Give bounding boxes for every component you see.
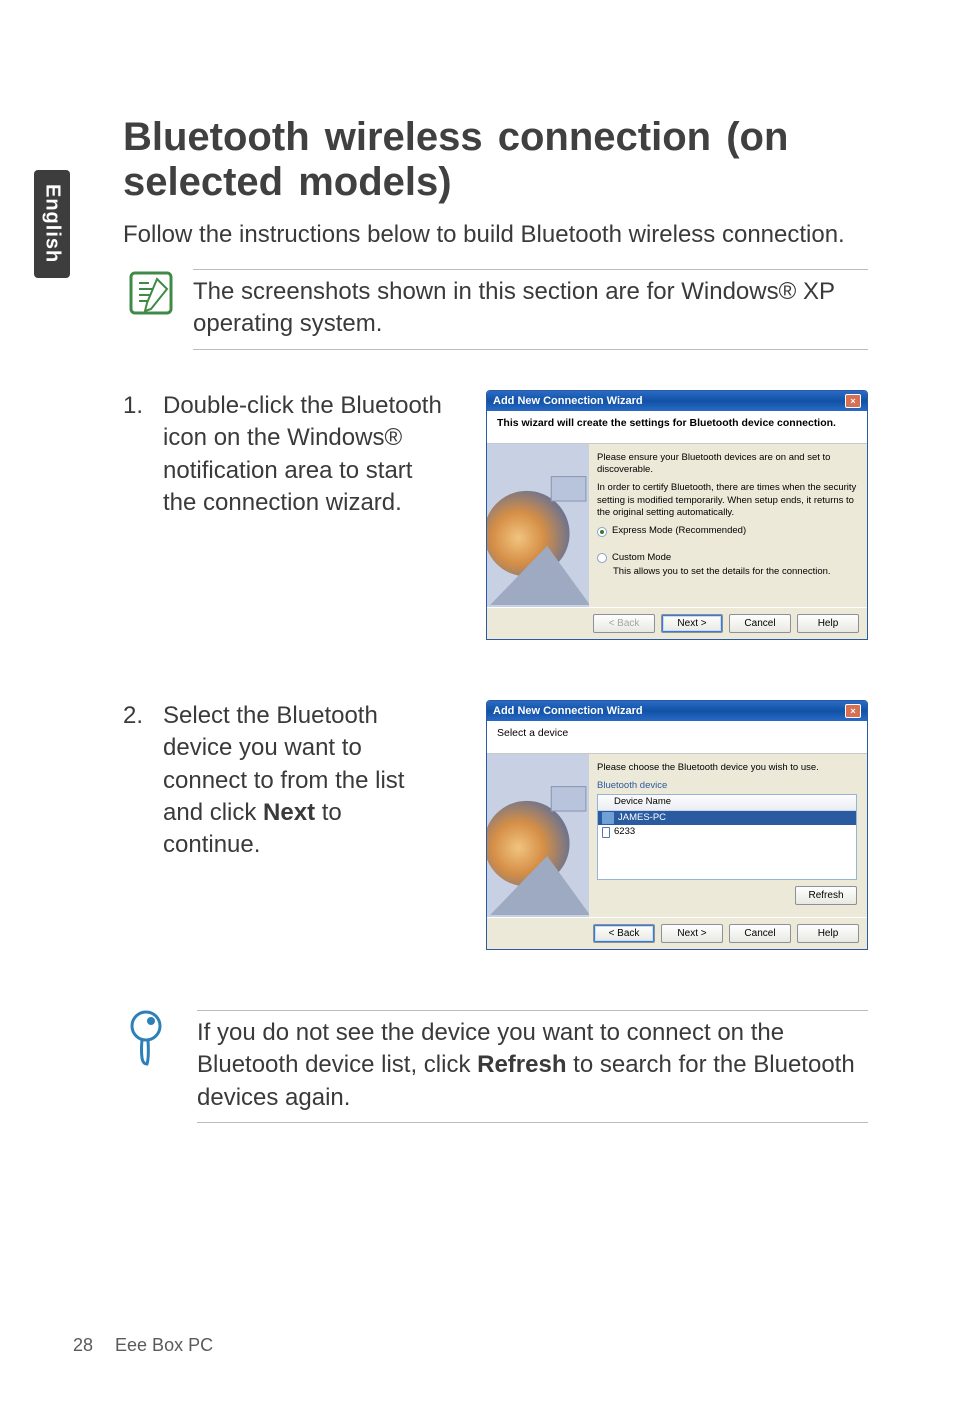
page-content: Bluetooth wireless connection (on select… bbox=[123, 115, 868, 1123]
wizard1-body: Please ensure your Bluetooth devices are… bbox=[487, 444, 867, 607]
product-name: Eee Box PC bbox=[115, 1335, 213, 1356]
wizard2-graphic bbox=[487, 754, 589, 917]
note-text: The screenshots shown in this section ar… bbox=[193, 276, 868, 341]
wizard2-next-button[interactable]: Next > bbox=[661, 924, 723, 943]
step-2-bold: Next bbox=[263, 799, 315, 826]
wizard1-titlebar: Add New Connection Wizard × bbox=[487, 391, 867, 411]
wizard1-back-button: < Back bbox=[593, 614, 655, 633]
wizard1-title: Add New Connection Wizard bbox=[493, 395, 643, 407]
wizard1-radio1-label: Express Mode (Recommended) bbox=[612, 525, 746, 537]
language-side-tab: English bbox=[34, 170, 70, 278]
wizard2-content: Please choose the Bluetooth device you w… bbox=[589, 754, 867, 917]
wizard2-help-button[interactable]: Help bbox=[797, 924, 859, 943]
step-2-text: Select the Bluetooth device you want to … bbox=[163, 700, 443, 862]
wizard1-graphic bbox=[487, 444, 589, 607]
wizard2-title: Add New Connection Wizard bbox=[493, 705, 643, 717]
tip-text-wrap: If you do not see the device you want to… bbox=[197, 1010, 868, 1123]
wizard2-back-button[interactable]: < Back bbox=[593, 924, 655, 943]
wizard1-para1: Please ensure your Bluetooth devices are… bbox=[597, 452, 857, 477]
wizard2-col-header: Device Name bbox=[598, 795, 856, 810]
tip-icon bbox=[127, 1010, 167, 1073]
radio-checked-icon bbox=[597, 527, 607, 537]
wizard1-next-button[interactable]: Next > bbox=[661, 614, 723, 633]
step-2-number: 2. bbox=[123, 700, 151, 732]
phone-icon bbox=[602, 827, 610, 838]
language-label: English bbox=[41, 184, 64, 263]
wizard2-prompt: Please choose the Bluetooth device you w… bbox=[597, 762, 857, 774]
step-1-text: Double-click the Bluetooth icon on the W… bbox=[163, 390, 443, 520]
page-title: Bluetooth wireless connection (on select… bbox=[123, 115, 868, 205]
note-text-wrap: The screenshots shown in this section ar… bbox=[193, 269, 868, 350]
wizard1-radio2-label: Custom Mode bbox=[612, 552, 671, 564]
wizard2-dev1-label: JAMES-PC bbox=[618, 812, 666, 824]
wizard2-device-jamespc[interactable]: JAMES-PC bbox=[598, 811, 856, 825]
tip-box: If you do not see the device you want to… bbox=[127, 1010, 868, 1123]
wizard2-titlebar: Add New Connection Wizard × bbox=[487, 701, 867, 721]
wizard1-radio-express[interactable]: Express Mode (Recommended) bbox=[597, 525, 857, 537]
note-box: The screenshots shown in this section ar… bbox=[127, 269, 868, 350]
wizard2-body: Please choose the Bluetooth device you w… bbox=[487, 754, 867, 917]
close-icon[interactable]: × bbox=[845, 704, 861, 718]
wizard1-help-button[interactable]: Help bbox=[797, 614, 859, 633]
wizard1-content: Please ensure your Bluetooth devices are… bbox=[589, 444, 867, 607]
wizard1-radio-custom[interactable]: Custom Mode bbox=[597, 552, 857, 564]
wizard2-cancel-button[interactable]: Cancel bbox=[729, 924, 791, 943]
wizard1-para2: In order to certify Bluetooth, there are… bbox=[597, 482, 857, 519]
step-2: 2. Select the Bluetooth device you want … bbox=[123, 700, 868, 950]
step-1: 1. Double-click the Bluetooth icon on th… bbox=[123, 390, 868, 640]
step-1-number: 1. bbox=[123, 390, 151, 422]
wizard1-cancel-button[interactable]: Cancel bbox=[729, 614, 791, 633]
wizard1-header-text: This wizard will create the settings for… bbox=[497, 417, 857, 429]
wizard2-dev2-label: 6233 bbox=[614, 826, 635, 838]
wizard1-radio2-desc: This allows you to set the details for t… bbox=[613, 566, 857, 578]
tip-bold: Refresh bbox=[477, 1051, 566, 1078]
wizard2-header-text: Select a device bbox=[497, 727, 857, 739]
pc-icon bbox=[602, 812, 614, 824]
close-icon[interactable]: × bbox=[845, 394, 861, 408]
tip-text: If you do not see the device you want to… bbox=[197, 1017, 868, 1114]
wizard1-footer: < Back Next > Cancel Help bbox=[487, 607, 867, 639]
wizard-dialog-1: Add New Connection Wizard × This wizard … bbox=[486, 390, 868, 640]
intro-paragraph: Follow the instructions below to build B… bbox=[123, 219, 868, 251]
page-footer: 28 Eee Box PC bbox=[73, 1335, 213, 1356]
wizard-dialog-2: Add New Connection Wizard × Select a dev… bbox=[486, 700, 868, 950]
page-number: 28 bbox=[73, 1335, 93, 1356]
wizard2-device-list[interactable]: Device Name JAMES-PC 6233 bbox=[597, 794, 857, 880]
radio-unchecked-icon bbox=[597, 553, 607, 563]
wizard2-device-6233[interactable]: 6233 bbox=[598, 825, 856, 839]
wizard1-header: This wizard will create the settings for… bbox=[487, 411, 867, 444]
wizard2-footer: < Back Next > Cancel Help bbox=[487, 917, 867, 949]
step-2-screenshot: Add New Connection Wizard × Select a dev… bbox=[455, 700, 868, 950]
wizard2-header: Select a device bbox=[487, 721, 867, 754]
note-icon bbox=[127, 269, 175, 317]
wizard2-refresh-button[interactable]: Refresh bbox=[795, 886, 857, 905]
wizard2-list-label: Bluetooth device bbox=[597, 780, 857, 792]
step-1-screenshot: Add New Connection Wizard × This wizard … bbox=[455, 390, 868, 640]
